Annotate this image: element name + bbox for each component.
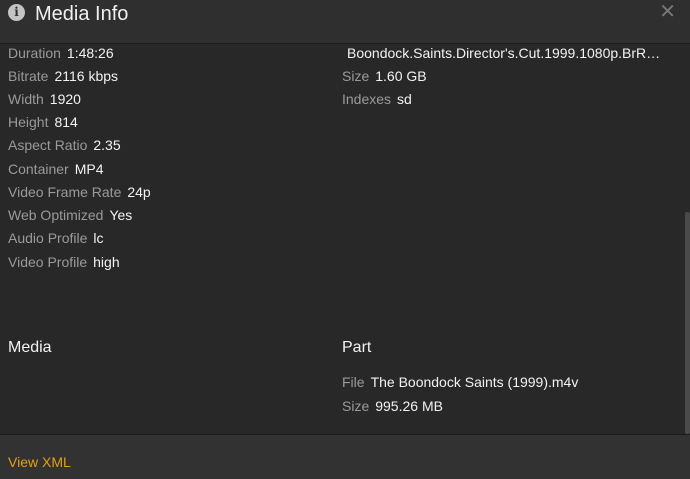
view-xml-link[interactable]: View XML — [8, 453, 71, 471]
media-heading: Media — [8, 339, 52, 356]
info-circle-icon: i — [8, 4, 25, 21]
field-video-profile: Video Profile high — [8, 253, 120, 271]
field-width: Width 1920 — [8, 90, 81, 108]
field-label: Aspect Ratio — [8, 137, 88, 153]
field-label: Video Profile — [8, 254, 88, 270]
dialog-title: Media Info — [35, 3, 129, 25]
scrollbar[interactable] — [685, 212, 690, 434]
field-height: Height 814 — [8, 113, 78, 131]
field-label: Audio Profile — [8, 230, 88, 246]
field-value: Yes — [109, 207, 133, 223]
field-web-optimized: Web Optimized Yes — [8, 206, 132, 224]
field-value: high — [93, 254, 120, 270]
field-label: Indexes — [342, 91, 392, 107]
field-value: 2.35 — [93, 137, 121, 153]
field-aspect-ratio: Aspect Ratio 2.35 — [8, 136, 121, 154]
field-value: 24p — [127, 184, 151, 200]
field-label: Size — [342, 398, 370, 414]
field-part-file: File The Boondock Saints (1999).m4v — [342, 373, 578, 391]
field-value: 1.60 GB — [375, 68, 427, 84]
field-value: 1:48:26 — [66, 45, 114, 61]
field-label: Size — [342, 68, 370, 84]
close-icon[interactable]: ✕ — [659, 1, 676, 23]
field-indexes: Indexes sd — [342, 90, 412, 108]
file-name: Boondock.Saints.Director's.Cut.1999.1080… — [347, 45, 661, 61]
field-value: 2116 kbps — [54, 68, 119, 84]
field-label: Height — [8, 114, 49, 130]
field-part-size: Size 995.26 MB — [342, 397, 443, 415]
field-value: 1920 — [49, 91, 81, 107]
field-value: 814 — [54, 114, 78, 130]
field-label: Width — [8, 91, 44, 107]
field-audio-profile: Audio Profile lc — [8, 229, 104, 247]
dialog-header: i Media Info ✕ — [0, 0, 690, 44]
field-duration: Duration 1:48:26 — [8, 44, 114, 62]
field-label: Web Optimized — [8, 207, 104, 223]
field-value: MP4 — [74, 161, 104, 177]
media-info-content[interactable]: Duration 1:48:26 Bitrate 2116 kbps Width 19… — [0, 44, 690, 434]
field-label: Duration — [8, 45, 61, 61]
dialog-footer: View XML — [0, 434, 690, 479]
field-label: Video Frame Rate — [8, 184, 122, 200]
field-video-frame-rate: Video Frame Rate 24p — [8, 183, 151, 201]
field-value: The Boondock Saints (1999).m4v — [370, 374, 579, 390]
part-heading: Part — [342, 339, 372, 356]
field-label: File — [342, 374, 365, 390]
field-value: lc — [93, 230, 104, 246]
field-label: Container — [8, 161, 69, 177]
field-value: sd — [397, 91, 412, 107]
field-label: Bitrate — [8, 68, 49, 84]
field-container: Container MP4 — [8, 160, 104, 178]
field-size: Size 1.60 GB — [342, 67, 427, 85]
field-bitrate: Bitrate 2116 kbps — [8, 67, 118, 85]
field-value: 995.26 MB — [375, 398, 443, 414]
